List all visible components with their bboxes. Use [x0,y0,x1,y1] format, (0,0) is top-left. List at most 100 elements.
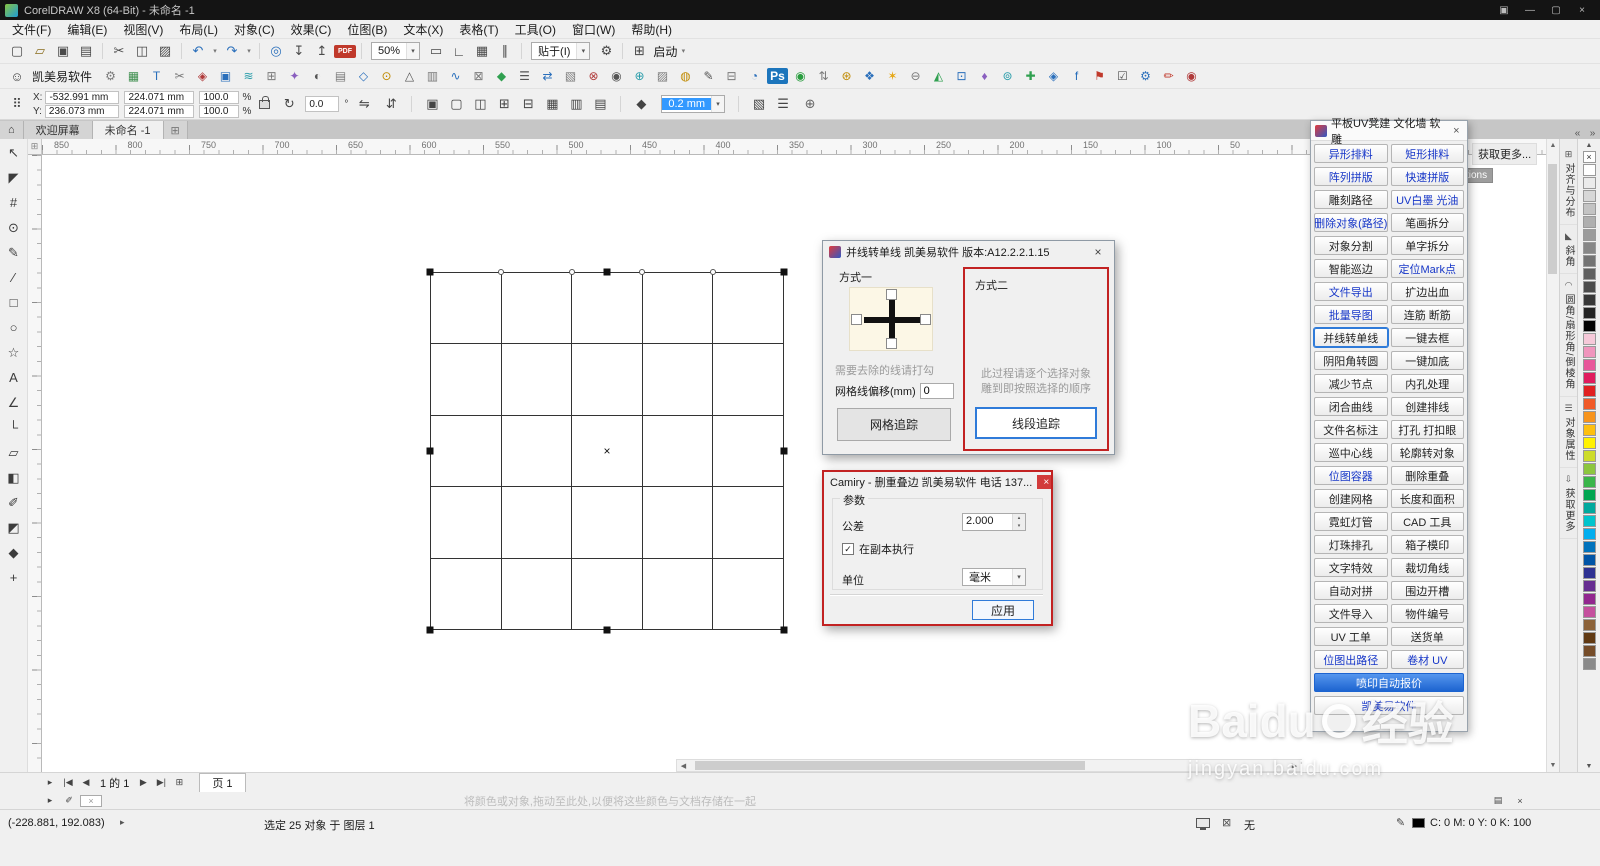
plugin-tool-icon-22[interactable]: ⊗ [583,66,604,86]
plugin-button-10-0[interactable]: 减少节点 [1314,374,1388,393]
plugin-tool-icon-40[interactable]: ⊚ [997,66,1018,86]
plugin-button-9-0[interactable]: 阴阳角转圆 [1314,351,1388,370]
plugin-button-9-1[interactable]: 一键加底 [1390,351,1464,370]
pick-tool[interactable]: ↖ [3,142,25,163]
unit-dropdown-arrow[interactable]: ▾ [1012,569,1025,585]
plugin-tool-icon-41[interactable]: ✚ [1020,66,1041,86]
scroll-down-icon[interactable]: ▼ [1547,759,1559,772]
plugin-tool-icon-30[interactable]: Ps [767,68,789,84]
combine-icon[interactable]: ⊞ [493,94,515,114]
color-swatch-25[interactable] [1582,489,1596,501]
selection-handle[interactable] [426,447,434,455]
grid-cell[interactable] [501,415,573,488]
curve-node[interactable] [497,269,504,275]
curve-node[interactable] [710,269,717,275]
plugin-button-1-0[interactable]: 阵列拼版 [1314,167,1388,186]
plugin-button-22-0[interactable]: 位图出路径 [1314,650,1388,669]
grid-cell[interactable] [642,415,714,488]
launcher-dropdown[interactable]: ▾ [678,47,688,55]
plugin-button-7-1[interactable]: 连筋 断筋 [1390,305,1464,324]
plugin-tool-icon-17[interactable]: ⊠ [468,66,489,86]
dialog-camiry-titlebar[interactable]: Camiry - 删重叠边 凯美易软件 电话 137... × [824,472,1051,492]
plugin-tool-icon-27[interactable]: ✎ [698,66,719,86]
color-eyedropper-tool[interactable]: ✐ [3,492,25,513]
menu-item-6[interactable]: 位图(B) [339,21,395,38]
redo-icon[interactable]: ↷ [221,41,243,61]
plugin-tool-icon-10[interactable]: ◐ [307,66,328,86]
undo-icon-dropdown[interactable]: ▾ [210,47,220,55]
status-flyout-icon[interactable]: ▸ [120,817,125,828]
color-swatch-31[interactable] [1582,567,1596,579]
document-tab-0[interactable]: 欢迎屏幕 [23,121,93,139]
palette-scroll-up-icon[interactable]: ▲ [1578,139,1600,151]
plugin-button-4-1[interactable]: 单字拆分 [1390,236,1464,255]
grid-cell[interactable] [642,344,714,416]
next-page-button[interactable]: ▶ [135,775,151,791]
color-swatch-27[interactable] [1582,515,1596,527]
grid-cell[interactable] [642,487,714,559]
unit-combo[interactable]: 毫米 ▾ [962,568,1026,586]
color-swatch-1[interactable] [1582,177,1596,189]
plugin-button-8-1[interactable]: 一键去框 [1390,328,1464,347]
show-grid-icon[interactable]: ▦ [471,41,493,61]
grid-cell[interactable] [572,273,643,345]
apply-button[interactable]: 应用 [972,600,1034,620]
first-page-button[interactable]: |◀ [60,775,76,791]
grid-cell[interactable] [713,487,784,559]
document-tab-1[interactable]: 未命名 -1 [92,121,164,139]
prev-page-button[interactable]: ◀ [78,775,94,791]
selection-handle[interactable] [780,268,788,276]
crop-tool[interactable]: # [3,192,25,213]
grid-cell[interactable] [431,558,502,630]
new-tab-button[interactable]: ⊞ [163,121,188,139]
new-document-icon[interactable]: ▢ [6,41,28,61]
menu-item-4[interactable]: 对象(C) [226,21,283,38]
menu-item-5[interactable]: 效果(C) [283,21,340,38]
horizontal-scrollbar[interactable]: ◀ ▶ [676,759,1302,772]
import-icon[interactable]: ↧ [288,41,310,61]
plugin-tool-icon-39[interactable]: ♦ [974,66,995,86]
color-swatch-7[interactable] [1582,255,1596,267]
plugin-tool-icon-3[interactable]: T [146,66,167,86]
plugin-tool-icon-12[interactable]: ◇ [353,66,374,86]
dialog-line-trace-titlebar[interactable]: 并线转单线 凯美易软件 版本:A12.2.2.1.15 × [823,241,1114,263]
plugin-tool-icon-6[interactable]: ▣ [215,66,236,86]
plugin-tool-icon-15[interactable]: ▥ [422,66,443,86]
plugin-tool-icon-23[interactable]: ◉ [606,66,627,86]
grid-offset-input[interactable] [919,383,954,399]
color-swatch-32[interactable] [1582,580,1596,592]
color-swatch-16[interactable] [1582,372,1596,384]
menu-item-9[interactable]: 工具(O) [507,21,564,38]
plugin-button-wide[interactable]: 喷印自动报价 [1314,673,1464,692]
page-tab[interactable]: 页 1 [199,772,246,793]
grid-cell[interactable] [713,558,784,630]
plugin-tool-icon-7[interactable]: ≋ [238,66,259,86]
plugin-tool-icon-37[interactable]: ◭ [928,66,949,86]
plugin-button-21-1[interactable]: 送货单 [1390,627,1464,646]
plugin-tool-icon-36[interactable]: ⊖ [905,66,926,86]
plugin-tool-icon-5[interactable]: ◈ [192,66,213,86]
connector-tool[interactable]: └ [3,417,25,438]
plugin-tool-icon-16[interactable]: ∿ [445,66,466,86]
grid-cell[interactable] [642,273,714,345]
open-icon[interactable]: ▱ [29,41,51,61]
plugin-tool-icon-48[interactable]: ◉ [1181,66,1202,86]
color-swatch-19[interactable] [1582,411,1596,423]
get-more-button[interactable]: 获取更多... [1472,143,1538,165]
rectangle-tool[interactable]: □ [3,292,25,313]
color-swatch-28[interactable] [1582,528,1596,540]
grid-cell[interactable] [501,344,573,416]
plugin-tool-icon-9[interactable]: ✦ [284,66,305,86]
vertical-ruler[interactable] [28,155,42,772]
alignment-icon[interactable]: ☰ [772,94,794,114]
plugin-button-1-1[interactable]: 快速拼版 [1390,167,1464,186]
plugin-tool-icon-20[interactable]: ⇄ [537,66,558,86]
transparency-tool[interactable]: ◧ [3,467,25,488]
plugin-tool-icon-28[interactable]: ⊟ [721,66,742,86]
zoom-level-combo[interactable]: 50% ▾ [371,42,421,60]
plugin-button-0-1[interactable]: 矩形排料 [1390,144,1464,163]
minimize-button[interactable]: — [1517,1,1543,19]
outline-width-combo[interactable]: 0.2 mm ▾ [661,95,726,113]
dimension-tool[interactable]: ∠ [3,392,25,413]
plugin-button-13-0[interactable]: 巡中心线 [1314,443,1388,462]
